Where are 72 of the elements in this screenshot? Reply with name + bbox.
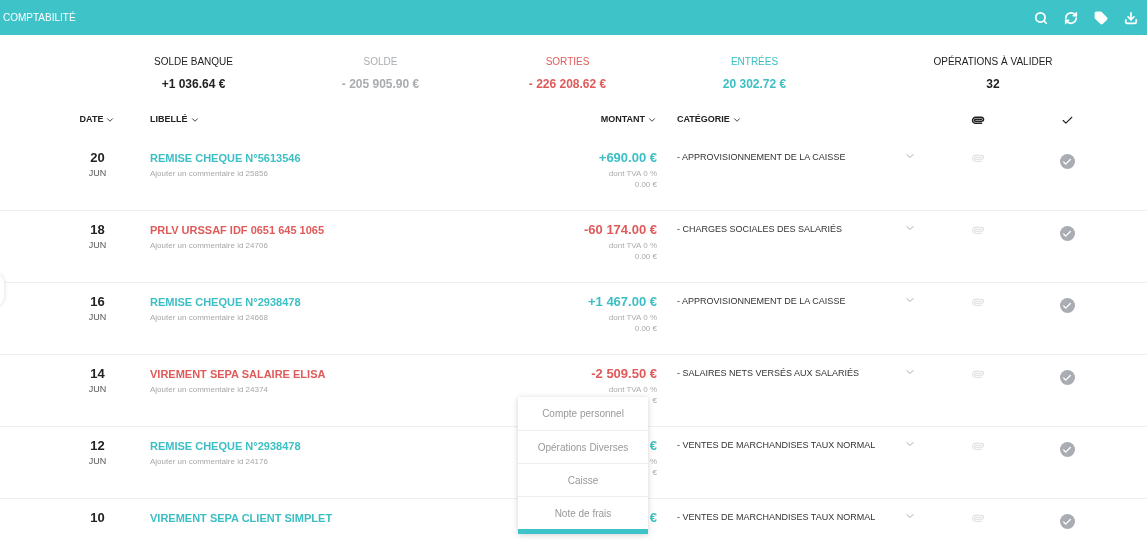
operation-label[interactable]: REMISE CHEQUE N°5613546 [150,150,301,166]
date-day: 16 [90,294,105,310]
date-month: JUN [88,239,107,252]
category: - CHARGES SOCIALES DES SALARIÉS [677,223,844,236]
operation-label[interactable]: VIREMENT SEPA CLIENT SIMPLET [150,510,333,526]
category-sort-header[interactable]: CATÉGORIE [677,113,742,127]
chevron-down-icon [189,115,200,125]
tva-amount: € [652,395,657,406]
tva-amount: 0.00 € [634,251,657,262]
date-day: 10 [90,510,105,526]
date-month: JUN [88,167,107,180]
stat-label: SOLDE [363,55,398,69]
comment-link[interactable]: Ajouter un commentaire id 24668 [150,311,268,325]
category: - VENTES DE MARCHANDISES TAUX NORMAL [677,511,877,524]
tva-amount: € [652,467,657,478]
date-day: 20 [90,150,105,166]
download-icon[interactable] [1124,10,1138,25]
validate-check-icon[interactable] [1059,154,1075,169]
stat-label: SORTIES [545,55,590,69]
tag-icon[interactable] [1094,10,1108,25]
category: - SALAIRES NETS VERSÉS AUX SALARIÉS [677,367,861,380]
amount-sort-header[interactable]: MONTANT [600,113,657,127]
stat-value: - 226 208.62 € [528,76,607,93]
stat-value: - 205 905.90 € [341,76,420,93]
comment-link[interactable]: Ajouter un commentaire id 24176 [150,455,268,469]
comment-link[interactable]: Ajouter un commentaire id 24374 [150,383,268,397]
validate-check-icon[interactable] [1059,442,1075,457]
operation-label[interactable]: REMISE CHEQUE N°2938478 [150,438,301,454]
menu-item[interactable]: Compte personnel [518,397,648,430]
chevron-down-icon [105,115,116,125]
menu-item[interactable]: Caisse [518,463,648,496]
comment-link[interactable]: Ajouter un commentaire id 24706 [150,239,268,253]
date-month: JUN [88,383,107,396]
amount: € [649,510,657,526]
date-sort-header[interactable]: DATE [79,113,116,127]
refresh-icon[interactable] [1064,10,1078,25]
tva-amount: 0.00 € [634,179,657,190]
stat-value: 20 302.72 € [722,76,787,93]
chevron-down-icon [647,115,657,125]
date-day: 18 [90,222,105,238]
operation-label[interactable]: VIREMENT SEPA SALAIRE ELISA [150,366,326,382]
category: - APPROVISIONNEMENT DE LA CAISSE [677,295,847,308]
date-day: 14 [90,366,105,382]
search-icon[interactable] [1034,10,1048,25]
amount: -60 174.00 € [584,222,657,238]
date-day: 12 [90,438,105,454]
date-month: JUN [88,455,107,468]
amount: -2 509.50 € [591,366,657,382]
amount: +690.00 € [598,150,657,166]
stat-label: ENTRÉES [730,55,779,69]
stat-label: OPÉRATIONS À VALIDER [933,55,1053,69]
operation-label[interactable]: PRLV URSSAF IDF 0651 645 1065 [150,222,325,238]
validate-check-icon[interactable] [1059,514,1075,529]
validate-check-icon[interactable] [1059,298,1075,313]
operation-label[interactable]: REMISE CHEQUE N°2938478 [150,294,301,310]
amount: +1 467.00 € [587,294,657,310]
stat-value: +1 036.64 € [161,76,226,93]
date-month: JUN [88,311,107,324]
comment-link[interactable]: Ajouter un commentaire id 25856 [150,167,268,181]
stat-value: 32 [986,76,1000,93]
chevron-down-icon [731,115,742,125]
tva-rate: % [649,456,657,467]
category: - VENTES DE MARCHANDISES TAUX NORMAL [677,439,877,452]
menu-item[interactable]: Opérations Diverses [518,430,648,463]
amount: € [649,438,657,454]
validate-check-icon[interactable] [1059,370,1075,385]
tva-amount: 0.00 € [634,323,657,334]
stat-label: SOLDE BANQUE [154,55,233,69]
validate-check-icon[interactable] [1059,226,1075,241]
app-title: COMPTABILITÉ [3,10,76,25]
label-sort-header[interactable]: LIBELLÉ [150,113,200,127]
category: - APPROVISIONNEMENT DE LA CAISSE [677,151,847,164]
